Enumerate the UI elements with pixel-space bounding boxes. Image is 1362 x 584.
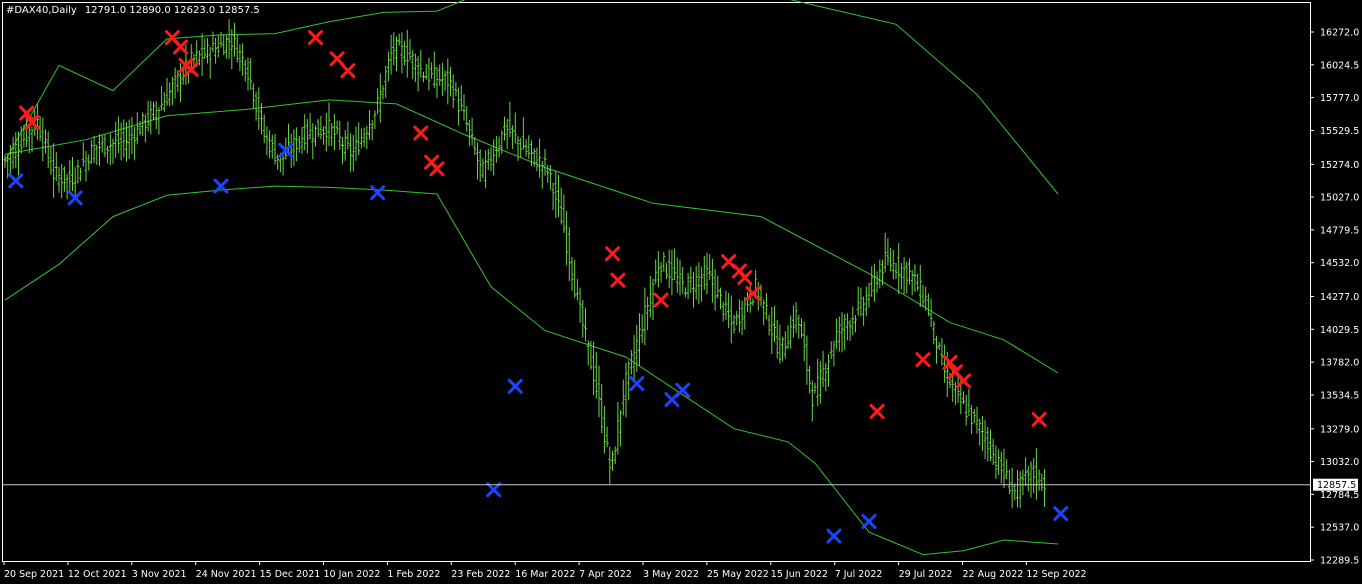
- price-tick-label: 16272.0: [1320, 28, 1359, 39]
- ohlc-readout: 12791.0 12890.0 12623.0 12857.5: [85, 5, 260, 16]
- price-tick-label: 13279.0: [1320, 424, 1359, 435]
- price-tick-label: 15274.0: [1320, 160, 1359, 171]
- date-tick-label: 3 Nov 2021: [132, 569, 187, 580]
- price-tick-label: 15529.5: [1320, 126, 1359, 137]
- price-tick-label: 13534.5: [1320, 390, 1359, 401]
- date-tick-label: 12 Sep 2022: [1026, 569, 1086, 580]
- price-tick-label: 13782.0: [1320, 358, 1359, 369]
- current-price-label: 12857.5: [1317, 480, 1356, 491]
- price-tick-label: 12289.5: [1320, 556, 1359, 567]
- date-tick-label: 25 May 2022: [707, 569, 769, 580]
- price-tick-label: 14029.5: [1320, 325, 1359, 336]
- date-tick-label: 24 Nov 2021: [196, 569, 257, 580]
- date-tick-label: 22 Aug 2022: [963, 569, 1024, 580]
- price-tick-label: 12784.5: [1320, 490, 1359, 501]
- price-tick-label: 15777.0: [1320, 93, 1359, 104]
- price-tick-label: 15027.0: [1320, 193, 1359, 204]
- date-tick-label: 23 Feb 2022: [451, 569, 510, 580]
- date-tick-label: 15 Dec 2021: [260, 569, 321, 580]
- price-tick-label: 14532.0: [1320, 258, 1359, 269]
- date-tick-label: 20 Sep 2021: [4, 569, 64, 580]
- price-tick-label: 16024.5: [1320, 60, 1359, 71]
- date-tick-label: 10 Jan 2022: [324, 569, 381, 580]
- date-tick-label: 1 Feb 2022: [387, 569, 440, 580]
- current-price-tag: 12857.5: [1313, 478, 1358, 491]
- date-tick-label: 7 Jul 2022: [835, 569, 883, 580]
- symbol-label: #DAX40,Daily: [6, 5, 77, 16]
- price-chart[interactable]: 16272.0 16024.5 15777.0 15529.5 15274.0 15027…: [0, 0, 1362, 584]
- chart-background: [0, 0, 1362, 584]
- date-tick-label: 29 Jul 2022: [899, 569, 953, 580]
- date-tick-label: 16 Mar 2022: [515, 569, 575, 580]
- chart-title: #DAX40,Daily 12791.0 12890.0 12623.0 1285…: [6, 5, 260, 16]
- price-tick-label: 14779.5: [1320, 225, 1359, 236]
- date-tick-label: 3 May 2022: [643, 569, 699, 580]
- date-tick-label: 12 Oct 2021: [68, 569, 127, 580]
- date-tick-label: 15 Jun 2022: [771, 569, 828, 580]
- price-tick-label: 12537.0: [1320, 523, 1359, 534]
- date-tick-label: 7 Apr 2022: [579, 569, 632, 580]
- price-tick-label: 13032.0: [1320, 457, 1359, 468]
- price-tick-label: 14277.0: [1320, 292, 1359, 303]
